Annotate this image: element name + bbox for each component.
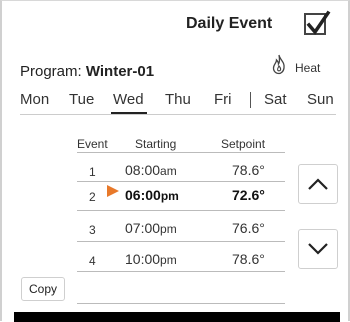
divider <box>77 210 285 211</box>
daily-event-checkbox[interactable] <box>304 10 331 35</box>
program-name: Winter-01 <box>85 63 155 80</box>
tab-wed[interactable]: Wed <box>113 91 144 108</box>
day-tabs: Mon Tue Wed Thu Fri Sat Sun <box>2 91 350 114</box>
start-time: 07:00pm <box>125 220 177 236</box>
divider <box>20 114 336 115</box>
divider <box>77 241 285 242</box>
weekend-divider <box>250 92 251 108</box>
tab-thu[interactable]: Thu <box>165 91 191 108</box>
tab-fri[interactable]: Fri <box>214 91 232 108</box>
tab-sat[interactable]: Sat <box>264 91 287 108</box>
setpoint-value: 76.6° <box>232 220 265 236</box>
chevron-down-icon <box>308 243 328 255</box>
program-label: Program: <box>20 63 82 80</box>
setpoint-value: 72.6° <box>232 187 265 203</box>
event-number: 1 <box>89 165 96 179</box>
scroll-up-button[interactable] <box>298 164 338 204</box>
setpoint-value: 78.6° <box>232 251 265 267</box>
divider <box>77 271 285 272</box>
col-header-setpoint: Setpoint <box>221 137 266 151</box>
start-time: 06:00pm <box>125 187 179 203</box>
event-number: 2 <box>89 190 96 204</box>
program-line: Program: Winter-01 <box>20 63 154 80</box>
col-header-event: Event <box>77 137 108 151</box>
flame-icon <box>272 54 285 75</box>
tab-sun[interactable]: Sun <box>307 91 334 108</box>
setpoint-value: 78.6° <box>232 162 265 178</box>
col-header-starting: Starting <box>135 137 177 151</box>
mode-label: Heat <box>295 61 321 75</box>
divider <box>77 181 285 182</box>
start-time: 10:00pm <box>125 251 177 267</box>
chevron-up-icon <box>308 178 328 190</box>
tab-mon[interactable]: Mon <box>20 91 49 108</box>
tab-tue[interactable]: Tue <box>69 91 94 108</box>
start-time: 08:00am <box>125 162 177 178</box>
thermostat-panel: Daily Event Program: Winter-01 Heat Mon … <box>0 0 350 322</box>
selected-arrow-icon <box>107 185 119 197</box>
divider <box>77 303 285 304</box>
event-number: 4 <box>89 254 96 268</box>
event-number: 3 <box>89 223 96 237</box>
scroll-down-button[interactable] <box>298 229 338 269</box>
checkmark-icon <box>306 10 331 35</box>
copy-button[interactable]: Copy <box>21 277 65 301</box>
divider <box>77 152 285 153</box>
daily-event-label: Daily Event <box>186 15 273 32</box>
